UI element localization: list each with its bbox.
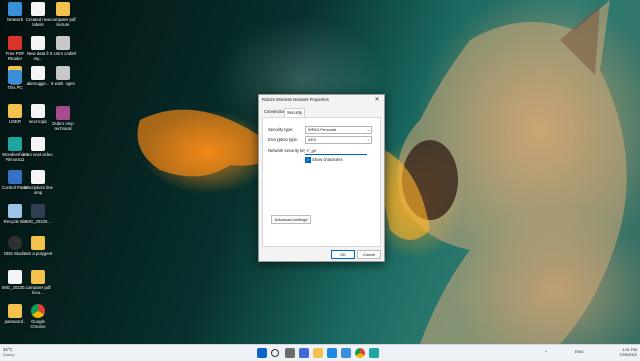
tab-security[interactable]: Security (284, 108, 306, 117)
folder-icon (31, 270, 45, 284)
desktop: Network Created new labels computer pdf … (0, 0, 640, 344)
image-file-icon (8, 270, 22, 284)
widgets-icon[interactable] (299, 348, 309, 358)
computer-icon (8, 70, 22, 84)
show-characters-label: Show characters (312, 156, 343, 162)
archive-icon (56, 106, 70, 120)
chrome-icon[interactable] (355, 348, 365, 358)
file-icon (56, 36, 70, 50)
encryption-type-select[interactable]: AES ⌄ (305, 136, 372, 144)
ok-button[interactable]: OK (331, 250, 355, 259)
security-type-value: WPA2-Personal (308, 127, 337, 132)
encryption-type-value: AES (308, 137, 317, 142)
document-icon (31, 170, 45, 184)
desktop-icon-img-1[interactable]: IMG_20220... (23, 204, 53, 224)
folder-icon (8, 304, 22, 318)
document-icon (31, 2, 45, 16)
show-characters-checkbox[interactable]: ✓ (305, 157, 311, 163)
chevron-down-icon: ⌄ (366, 137, 370, 142)
network-security-key-label: Network security key (268, 148, 307, 153)
recycle-bin-icon (8, 204, 22, 218)
task-view-icon[interactable] (285, 348, 295, 358)
pdf-reader-icon (8, 36, 22, 50)
encryption-type-label: Encryption type: (268, 137, 299, 142)
desktop-icon-google-chrome[interactable]: Google Chrome (23, 304, 53, 329)
document-icon (31, 36, 45, 50)
store-icon[interactable] (341, 348, 351, 358)
folder-icon (31, 236, 45, 250)
security-type-label: Security type: (268, 127, 294, 132)
document-icon (31, 66, 45, 80)
desktop-icon-computer-pdf-lecu[interactable]: computer pdf lecu... (23, 270, 53, 295)
security-type-select[interactable]: WPA2-Personal ⌄ (305, 126, 372, 134)
control-panel-icon (8, 170, 22, 184)
taskbar: 34°C Sunny ^ ENG 1:31 PM 7/29/2022 (0, 344, 640, 361)
start-icon[interactable] (257, 348, 267, 358)
close-icon[interactable]: ✕ (373, 96, 381, 103)
desktop-icon-computer-pdf-lecture[interactable]: computer pdf lecture (48, 2, 78, 27)
desktop-icon-5-wish-vgen[interactable]: 5 wish. vgen (48, 66, 78, 86)
desktop-icon-dubro-omp[interactable]: Dubro omp technical (48, 106, 78, 131)
document-icon (31, 104, 45, 118)
clock-date: 7/29/2022 (619, 352, 637, 357)
dialog-title: Robizs Wireless Network Properties (262, 97, 329, 102)
clock[interactable]: 1:31 PM 7/29/2022 (619, 347, 637, 357)
desktop-icon-descriptiom-line[interactable]: descriptiom line omp (23, 170, 53, 195)
filmora-icon[interactable] (369, 348, 379, 358)
desktop-icon-this-pc[interactable]: This PC (0, 70, 30, 90)
advanced-settings-button[interactable]: Advanced settings (271, 215, 311, 224)
language-indicator[interactable]: ENG (575, 349, 584, 354)
search-icon[interactable] (271, 349, 279, 357)
folder-icon (56, 2, 70, 16)
chevron-down-icon: ⌄ (366, 127, 370, 132)
file-explorer-icon[interactable] (313, 348, 323, 358)
security-tab-panel: Security type: WPA2-Personal ⌄ Encryptio… (262, 117, 381, 247)
desktop-icon-5-cmrn-cmbtrl[interactable]: 5 cmrn cmbtrl (48, 36, 78, 56)
document-icon (31, 137, 45, 151)
weather-description: Sunny (3, 352, 15, 357)
desktop-icon-ram-a-polygent[interactable]: ram a polygent (23, 236, 53, 256)
file-icon (56, 66, 70, 80)
edge-icon[interactable] (327, 348, 337, 358)
cancel-button[interactable]: Cancel (357, 250, 381, 259)
tray-overflow-icon[interactable]: ^ (545, 349, 547, 354)
network-icon (8, 2, 22, 16)
weather-widget[interactable]: 34°C Sunny (3, 347, 14, 357)
filmora-icon (8, 137, 22, 151)
folder-icon (8, 104, 22, 118)
obs-icon (8, 236, 22, 250)
network-security-key-input[interactable]: F_g9 (305, 148, 367, 155)
wireless-properties-dialog: Robizs Wireless Network Properties ✕ Con… (258, 94, 385, 262)
desktop-icon-intro-next-video[interactable]: intro next video (23, 137, 53, 157)
chrome-icon (31, 304, 45, 318)
image-file-icon (31, 204, 45, 218)
